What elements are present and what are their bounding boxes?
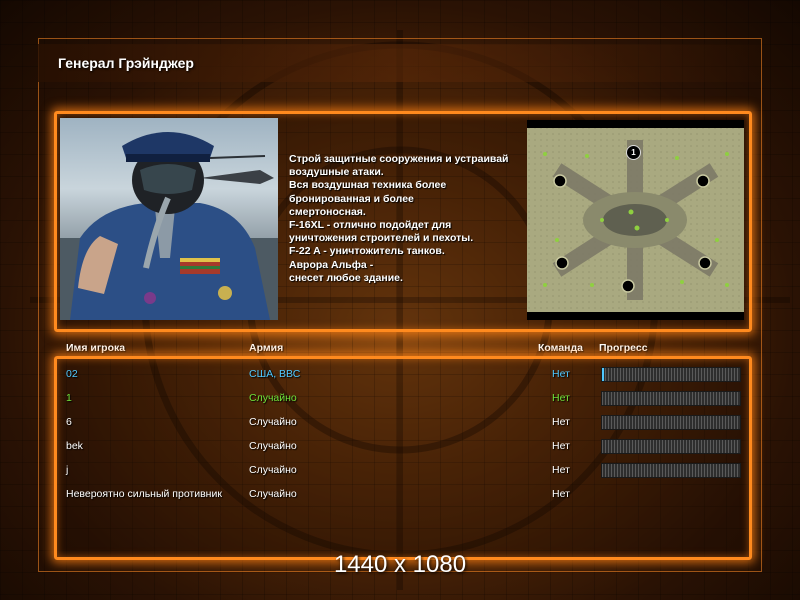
player-start-marker[interactable]: 1 <box>626 145 641 160</box>
header-player-name: Имя игрока <box>66 342 126 354</box>
player-team: Нет <box>552 368 570 380</box>
player-progress-bar <box>601 367 741 382</box>
player-team: Нет <box>552 488 570 500</box>
player-row[interactable]: 1 Случайно Нет <box>56 387 746 409</box>
player-army: Случайно <box>249 488 297 500</box>
player-row[interactable]: Невероятно сильный противник Случайно Нет <box>56 483 746 505</box>
player-row[interactable]: j Случайно Нет <box>56 459 746 481</box>
player-name: j <box>66 464 69 476</box>
resolution-label: 1440 x 1080 <box>333 551 467 578</box>
player-name: 6 <box>66 416 72 428</box>
player-name: 02 <box>66 368 78 380</box>
player-row[interactable]: bek Случайно Нет <box>56 435 746 457</box>
general-portrait-image <box>60 132 278 320</box>
player-army: Случайно <box>249 392 297 404</box>
player-start-marker-label: 1 <box>631 148 636 157</box>
player-team: Нет <box>552 416 570 428</box>
header-team: Команда <box>538 342 583 354</box>
player-name: bek <box>66 440 83 452</box>
player-progress-bar <box>601 415 741 430</box>
player-team: Нет <box>552 440 570 452</box>
player-army: Случайно <box>249 416 297 428</box>
player-name: Невероятно сильный противник <box>66 488 222 500</box>
general-portrait <box>60 118 278 320</box>
player-team: Нет <box>552 464 570 476</box>
player-row[interactable]: 02 США, ВВС Нет <box>56 363 746 385</box>
player-progress-bar <box>601 439 741 454</box>
header-progress: Прогресс <box>599 342 648 354</box>
player-progress-fill <box>602 368 605 381</box>
player-army: США, ВВС <box>249 368 301 380</box>
general-name-title: Генерал Грэйнджер <box>58 55 194 71</box>
general-description: Строй защитные сооружения и устраивай во… <box>289 153 509 284</box>
header-army: Армия <box>249 342 284 354</box>
minimap-preview[interactable]: 1 <box>527 120 744 320</box>
player-army: Случайно <box>249 464 297 476</box>
player-progress-bar <box>601 391 741 406</box>
player-team: Нет <box>552 392 570 404</box>
player-name: 1 <box>66 392 72 404</box>
player-army: Случайно <box>249 440 297 452</box>
player-progress-bar <box>601 463 741 478</box>
player-row[interactable]: 6 Случайно Нет <box>56 411 746 433</box>
